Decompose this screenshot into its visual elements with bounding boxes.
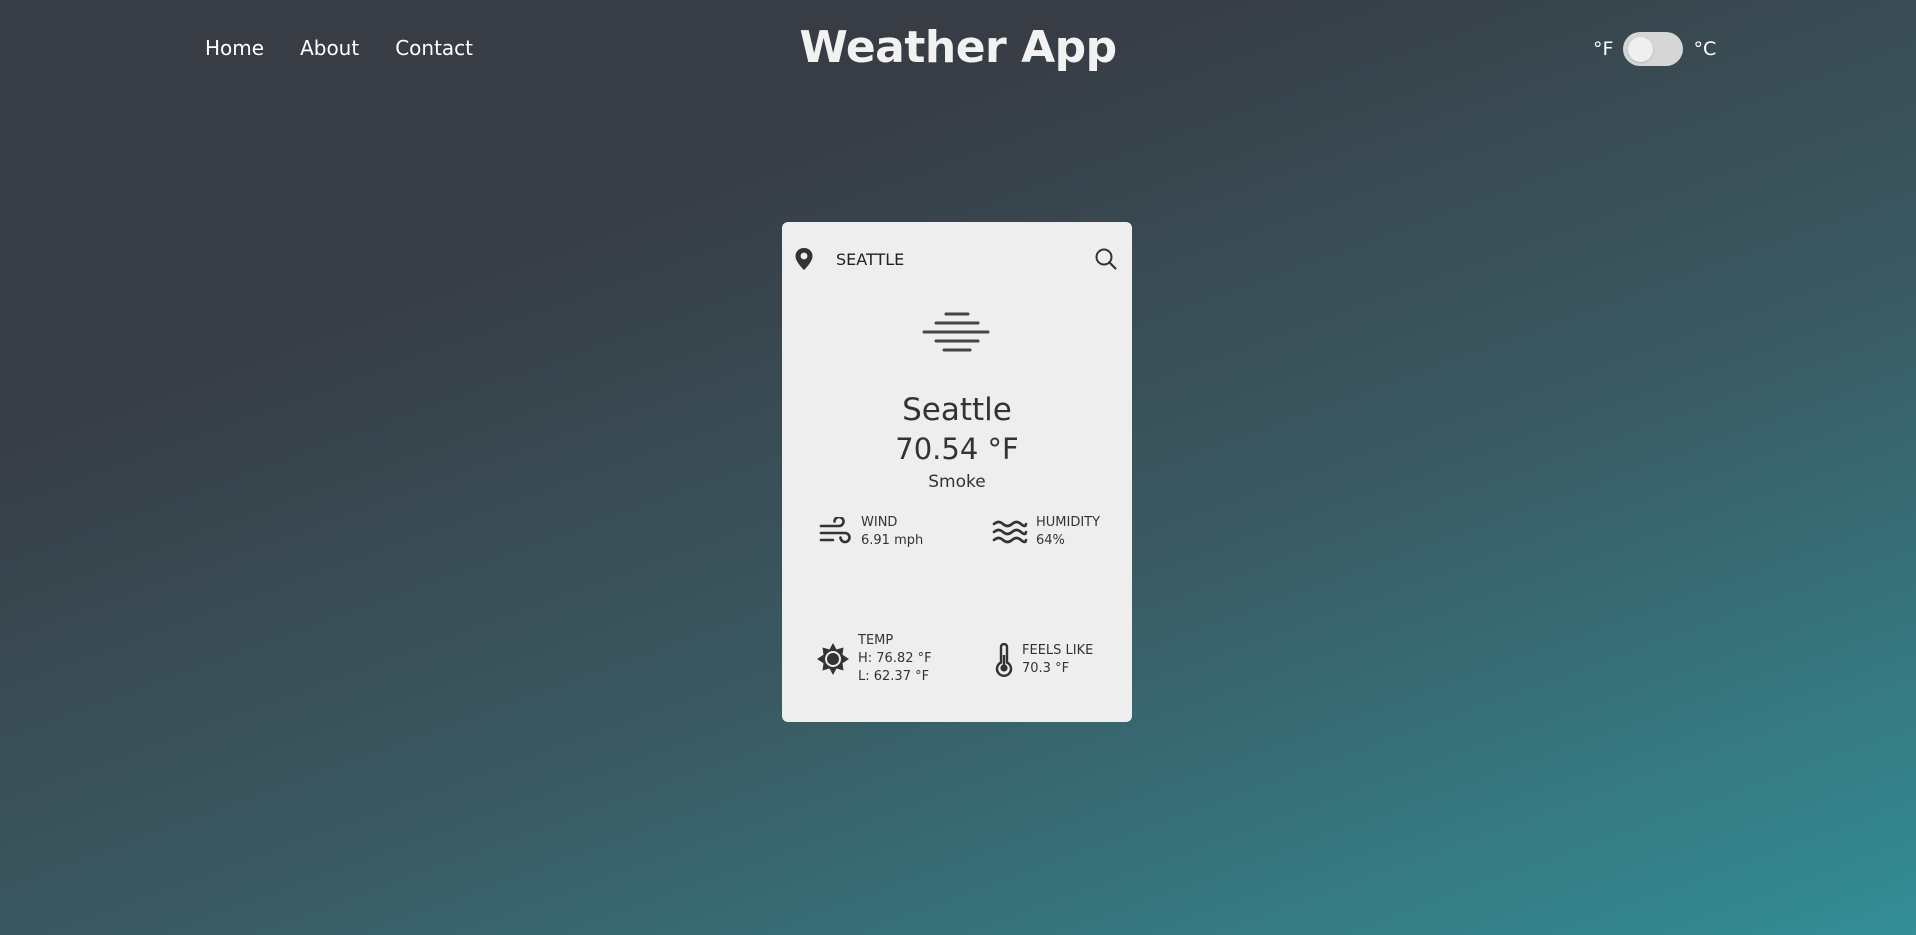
nav-about-link[interactable]: About bbox=[300, 36, 359, 60]
temp-label: TEMP bbox=[858, 633, 894, 648]
city-name: Seattle bbox=[902, 392, 1012, 428]
celsius-label: °C bbox=[1693, 38, 1717, 60]
main-nav: Home About Contact bbox=[205, 36, 473, 60]
nav-contact-link[interactable]: Contact bbox=[395, 36, 473, 60]
location-pin-icon bbox=[794, 247, 814, 271]
nav-home-link[interactable]: Home bbox=[205, 36, 264, 60]
feels-like-value: 70.3 °F bbox=[1022, 661, 1070, 676]
weather-card: Seattle 70.54 °F Smoke WIND 6.91 mph bbox=[782, 222, 1132, 722]
unit-toggle-knob bbox=[1628, 37, 1654, 62]
search-bar bbox=[794, 244, 1120, 274]
feels-like-label: FEELS LIKE bbox=[1022, 643, 1094, 658]
wind-value: 6.91 mph bbox=[861, 533, 924, 548]
wind-icon bbox=[819, 517, 853, 547]
fahrenheit-label: °F bbox=[1593, 38, 1614, 60]
humidity-label: HUMIDITY bbox=[1036, 515, 1101, 530]
humidity-stat: HUMIDITY 64% bbox=[992, 514, 1100, 550]
humidity-waves-icon bbox=[992, 518, 1028, 546]
humidity-value: 64% bbox=[1036, 533, 1065, 548]
sun-icon bbox=[816, 642, 850, 676]
wind-stat: WIND 6.91 mph bbox=[819, 514, 923, 550]
temp-range-stat: TEMP H: 76.82 °F L: 62.37 °F bbox=[816, 632, 932, 686]
wind-label: WIND bbox=[861, 515, 898, 530]
current-temperature: 70.54 °F bbox=[895, 432, 1019, 466]
temp-high: H: 76.82 °F bbox=[858, 651, 932, 666]
unit-switcher: °F °C bbox=[1593, 32, 1716, 66]
unit-toggle[interactable] bbox=[1623, 32, 1684, 66]
fog-icon bbox=[922, 312, 990, 352]
city-search-input[interactable] bbox=[834, 248, 1068, 270]
thermometer-icon bbox=[994, 643, 1014, 677]
temp-low: L: 62.37 °F bbox=[858, 669, 930, 684]
search-icon[interactable] bbox=[1092, 245, 1120, 273]
feels-like-stat: FEELS LIKE 70.3 °F bbox=[994, 642, 1093, 678]
weather-description: Smoke bbox=[928, 472, 986, 492]
